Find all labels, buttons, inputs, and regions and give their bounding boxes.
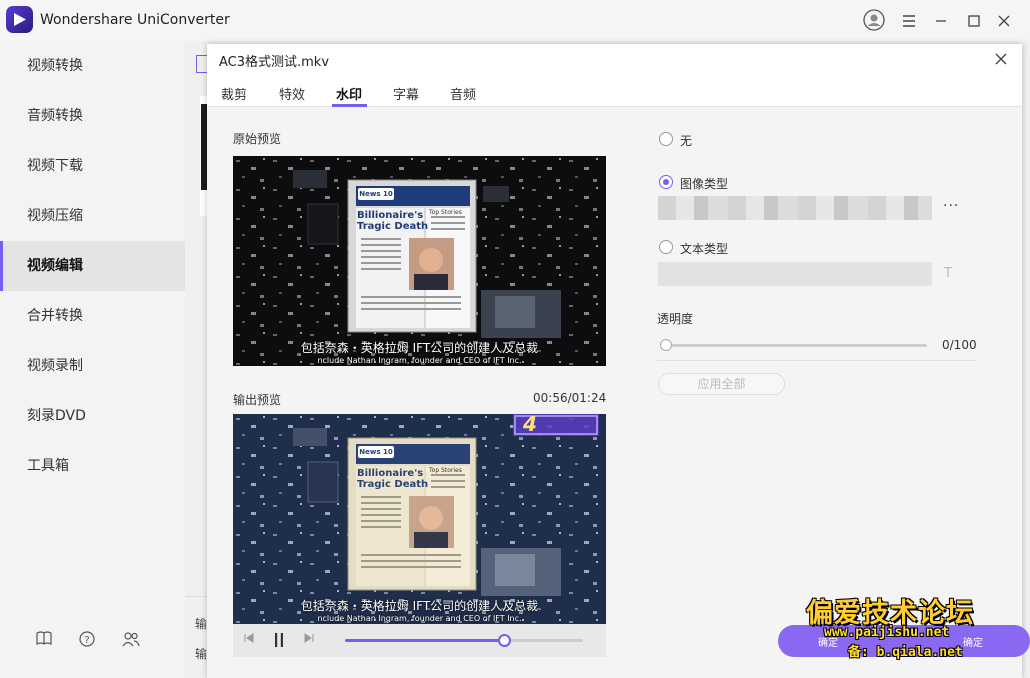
menu-icon[interactable]: [897, 9, 921, 33]
account-icon[interactable]: [862, 9, 886, 33]
edit-dialog: AC3格式测试.mkv 裁剪 特效 水印 字幕 音频 原始预览 News 10 …: [207, 44, 1022, 678]
image-path-field[interactable]: [658, 196, 932, 220]
radio-text-type[interactable]: [659, 240, 673, 254]
subtitle-english: nclude Nathan Ingram, founder and CEO of…: [317, 356, 522, 365]
opacity-value: 0/100: [942, 338, 977, 352]
minimize-icon[interactable]: [929, 9, 953, 33]
prev-frame-icon[interactable]: [241, 632, 257, 648]
close-window-icon[interactable]: [992, 9, 1016, 33]
output-format-label: 输: [195, 617, 208, 631]
apply-all-button[interactable]: 应用全部: [658, 373, 785, 395]
output-preview-label: 输出预览: [233, 393, 282, 407]
help-icon[interactable]: ?: [78, 631, 96, 649]
radio-text-type-label: 文本类型: [680, 242, 729, 256]
sidebar-item-video-download[interactable]: 视频下载: [0, 141, 185, 191]
users-icon[interactable]: [122, 631, 140, 649]
player-controls: [233, 624, 606, 657]
divider-line: [657, 360, 977, 361]
output-location-label: 输: [195, 647, 208, 661]
original-preview: News 10 Billionaire's Tragic Death Top S…: [233, 156, 606, 366]
dialog-title: AC3格式测试.mkv: [219, 55, 330, 70]
radio-image-type[interactable]: [659, 175, 673, 189]
font-icon[interactable]: T: [944, 266, 952, 281]
add-file-button[interactable]: [196, 55, 207, 73]
confirm-label-right: 确定: [963, 638, 983, 649]
sidebar-item-merge[interactable]: 合并转换: [0, 291, 185, 341]
subtitle-english-output: nclude Nathan Ingram, founder and CEO of…: [317, 614, 522, 623]
sidebar-item-audio-convert[interactable]: 音频转换: [0, 91, 185, 141]
tab-effects[interactable]: 特效: [279, 84, 305, 103]
sidebar-item-video-convert[interactable]: 视频转换: [0, 41, 185, 91]
opacity-handle[interactable]: [660, 339, 672, 351]
divider: [185, 596, 207, 597]
sidebar-item-video-compress[interactable]: 视频压缩: [0, 191, 185, 241]
sidebar-item-toolbox[interactable]: 工具箱: [0, 441, 185, 491]
headline-line-1: Billionaire's: [357, 210, 424, 221]
original-video-frame: [233, 156, 606, 366]
text-watermark-field[interactable]: [658, 262, 932, 286]
seek-progress: [345, 639, 505, 642]
browse-more-button[interactable]: ···: [943, 198, 959, 214]
close-icon[interactable]: [991, 50, 1011, 70]
dialog-header: AC3格式测试.mkv 裁剪 特效 水印 字幕 音频: [207, 44, 1022, 107]
headline-line-2-output: Tragic Death: [357, 479, 429, 490]
opacity-label: 透明度: [657, 312, 694, 326]
sidebar-item-record[interactable]: 视频录制: [0, 341, 185, 391]
svg-text:?: ?: [84, 635, 89, 646]
news-badge-output: News 10: [358, 446, 394, 458]
opacity-slider[interactable]: [660, 339, 927, 351]
title-bar: Wondershare UniConverter: [0, 0, 1030, 41]
output-video-frame: [233, 414, 606, 624]
subtitle-chinese-output: 包括奈森・英格拉姆 IFT公司的创建人及总裁: [300, 599, 539, 613]
tab-crop[interactable]: 裁剪: [221, 84, 247, 103]
news-badge: News 10: [358, 188, 394, 200]
headline-line-1-output: Billionaire's: [357, 468, 424, 479]
radio-none-label: 无: [680, 134, 693, 148]
tab-watermark[interactable]: 水印: [336, 84, 362, 103]
tab-subtitle[interactable]: 字幕: [393, 84, 419, 103]
side-header: Top Stories: [429, 209, 462, 216]
site-watermark-url: www.paijishu.net: [824, 625, 950, 640]
timecode: 00:56/01:24: [533, 391, 607, 405]
seek-handle[interactable]: [498, 634, 512, 647]
side-header-output: Top Stories: [429, 467, 462, 474]
next-frame-icon[interactable]: [301, 632, 317, 648]
maximize-icon[interactable]: [962, 9, 986, 33]
site-watermark-line2: 备: b.qiala.net: [848, 645, 963, 660]
radio-none[interactable]: [659, 132, 673, 146]
app-title: Wondershare UniConverter: [40, 12, 230, 28]
headline-line-2: Tragic Death: [357, 221, 429, 232]
overlay-watermark: 4: [523, 414, 537, 436]
output-preview: 4 News 10 Billionaire's Tragic Death Top…: [233, 414, 606, 624]
tab-audio[interactable]: 音频: [450, 84, 476, 103]
sidebar-item-burn-dvd[interactable]: 刻录DVD: [0, 391, 185, 441]
tab-active-indicator: [332, 104, 367, 107]
seek-bar[interactable]: [345, 634, 583, 647]
original-preview-label: 原始预览: [233, 132, 282, 146]
book-icon[interactable]: [35, 631, 53, 649]
sidebar-item-video-edit[interactable]: 视频编辑: [0, 241, 185, 291]
app-logo-icon: [6, 6, 33, 33]
subtitle-chinese: 包括奈森・英格拉姆 IFT公司的创建人及总裁: [300, 341, 539, 355]
pause-icon[interactable]: [271, 632, 287, 648]
sidebar: 视频转换 音频转换 视频下载 视频压缩 视频编辑 合并转换 视频录制 刻录DVD…: [0, 41, 185, 678]
radio-image-type-label: 图像类型: [680, 177, 729, 191]
